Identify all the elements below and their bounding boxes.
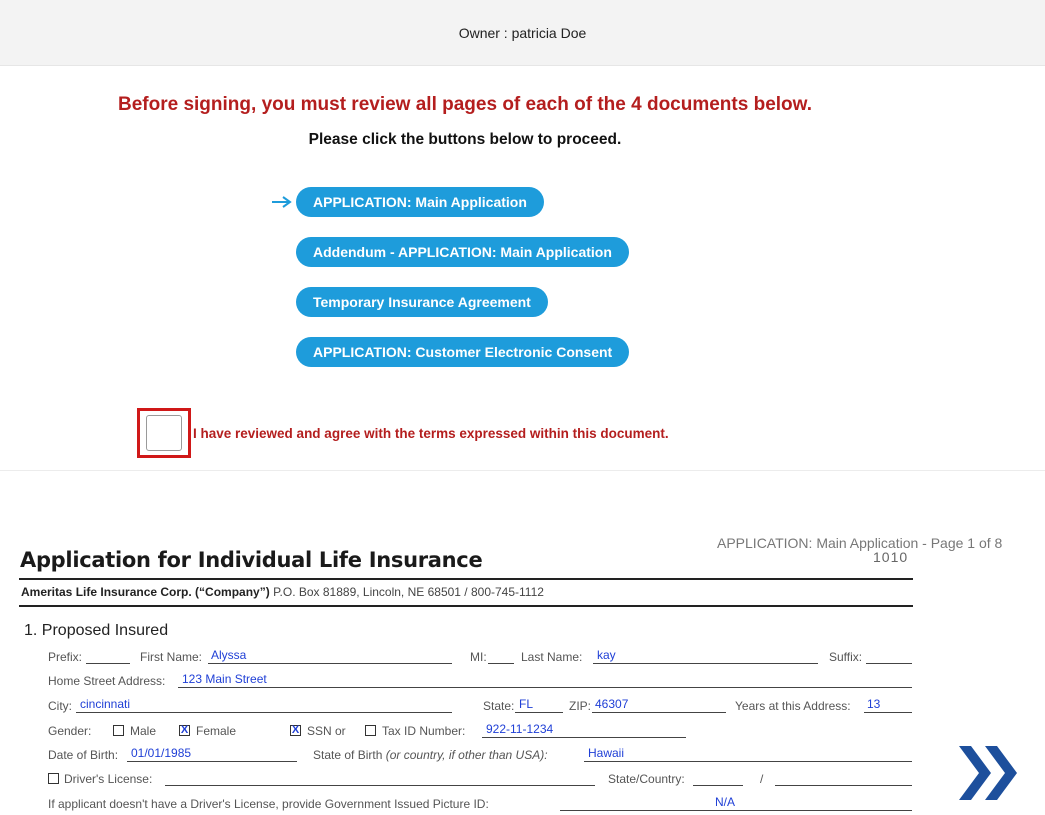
double-chevron-right-icon[interactable]	[955, 740, 1021, 806]
years-value: 13	[867, 697, 881, 711]
company-name: Ameritas Life Insurance Corp. (“Company”…	[21, 585, 270, 599]
ssn-checkbox[interactable]: X	[290, 725, 301, 736]
state-of-birth-text: State of Birth	[313, 748, 383, 762]
state-country-line	[693, 785, 743, 786]
zip-line	[592, 712, 726, 713]
gender-label: Gender:	[48, 724, 92, 738]
last-name-line	[593, 663, 818, 664]
state-value: FL	[519, 697, 534, 711]
female-label: Female	[196, 724, 237, 738]
first-name-line	[208, 663, 452, 664]
tax-id-value: 922-11-1234	[486, 722, 554, 736]
tax-id-checkbox[interactable]	[365, 725, 376, 736]
mi-label: MI:	[470, 650, 487, 664]
dob-label: Date of Birth:	[48, 748, 119, 762]
company-address: P.O. Box 81889, Lincoln, NE 68501 / 800-…	[273, 585, 544, 599]
state-label: State:	[483, 699, 515, 713]
doc-button-electronic-consent[interactable]: APPLICATION: Customer Electronic Consent	[296, 337, 630, 367]
doc-button-temporary-insurance[interactable]: Temporary Insurance Agreement	[296, 287, 548, 317]
drivers-license-label: Driver's License:	[64, 772, 153, 786]
agree-label: I have reviewed and agree with the terms…	[193, 426, 669, 441]
company-line: Ameritas Life Insurance Corp. (“Company”…	[21, 585, 544, 599]
last-name-label: Last Name:	[521, 650, 583, 664]
state-line	[515, 712, 563, 713]
state-of-birth-value: Hawaii	[588, 746, 625, 760]
prefix-label: Prefix:	[48, 650, 83, 664]
state-of-birth-label: State of Birth (or country, if other tha…	[313, 748, 548, 762]
doc-button-addendum[interactable]: Addendum - APPLICATION: Main Application	[296, 237, 629, 267]
city-value: cincinnati	[80, 697, 131, 711]
drivers-license-line	[165, 785, 595, 786]
years-label: Years at this Address:	[735, 699, 851, 713]
agree-checkbox-square	[146, 415, 182, 451]
right-arrow-icon	[272, 196, 292, 208]
home-address-line	[178, 687, 912, 688]
dob-value: 01/01/1985	[131, 746, 192, 760]
company-rule	[19, 605, 913, 607]
zip-value: 46307	[595, 697, 629, 711]
section-divider	[0, 470, 1045, 471]
city-label: City:	[48, 699, 72, 713]
gov-id-value: N/A	[715, 795, 736, 809]
prefix-line	[86, 663, 130, 664]
review-instruction: Please click the buttons below to procee…	[308, 131, 622, 148]
doc-button-label: APPLICATION: Main Application	[313, 194, 527, 210]
tax-id-line	[482, 737, 686, 738]
owner-bar: Owner : patricia Doe	[0, 0, 1045, 66]
dob-line	[127, 761, 297, 762]
page-indicator: APPLICATION: Main Application - Page 1 o…	[717, 535, 1003, 551]
home-address-value: 123 Main Street	[182, 672, 267, 686]
agree-checkbox[interactable]	[137, 408, 191, 458]
section-heading: 1. Proposed Insured	[24, 622, 169, 639]
doc-button-label: Addendum - APPLICATION: Main Application	[313, 244, 612, 260]
gov-id-label: If applicant doesn't have a Driver's Lic…	[48, 797, 489, 811]
gov-id-line	[560, 810, 912, 811]
suffix-line	[866, 663, 912, 664]
first-name-label: First Name:	[140, 650, 203, 664]
state-of-birth-note: (or country, if other than USA):	[385, 748, 548, 762]
form-code: 1010	[873, 549, 909, 565]
first-name-value: Alyssa	[211, 648, 247, 662]
suffix-label: Suffix:	[829, 650, 863, 664]
doc-button-main-application[interactable]: APPLICATION: Main Application	[296, 187, 544, 217]
owner-label: Owner : patricia Doe	[458, 24, 587, 41]
slash-separator: /	[760, 772, 764, 786]
home-address-label: Home Street Address:	[48, 674, 166, 688]
male-checkbox[interactable]	[113, 725, 124, 736]
mi-line	[488, 663, 514, 664]
last-name-value: kay	[597, 648, 616, 662]
tax-id-label: Tax ID Number:	[382, 724, 466, 738]
drivers-license-checkbox[interactable]	[48, 773, 59, 784]
years-line	[864, 712, 912, 713]
state-of-birth-line	[584, 761, 912, 762]
document-title: Application for Individual Life Insuranc…	[20, 548, 483, 572]
male-label: Male	[130, 724, 157, 738]
title-rule	[19, 578, 913, 580]
doc-button-label: APPLICATION: Customer Electronic Consent	[313, 344, 613, 360]
doc-button-label: Temporary Insurance Agreement	[313, 294, 531, 310]
state-country-line-2	[775, 785, 912, 786]
ssn-label: SSN or	[307, 724, 346, 738]
zip-label: ZIP:	[569, 699, 592, 713]
review-warning-title: Before signing, you must review all page…	[118, 94, 812, 115]
state-country-label: State/Country:	[608, 772, 685, 786]
female-checkbox[interactable]: X	[179, 725, 190, 736]
city-line	[76, 712, 452, 713]
